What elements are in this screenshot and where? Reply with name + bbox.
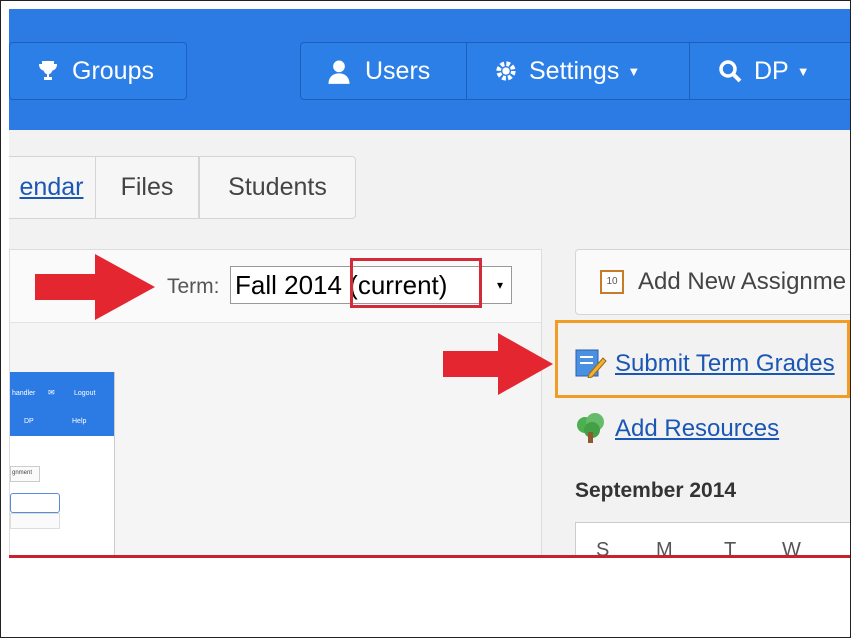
red-arrow-term [35, 254, 155, 320]
settings-button[interactable]: Settings ▼ [466, 42, 690, 100]
red-arrow-submit [443, 333, 553, 395]
tab-students-label: Students [228, 173, 327, 201]
trophy-icon [36, 59, 60, 83]
search-label: DP [754, 56, 789, 85]
calendar-title: September 2014 [575, 479, 737, 502]
tab-students[interactable]: Students [199, 156, 356, 219]
tab-calendar[interactable]: endar [9, 156, 95, 219]
current-highlight-box [350, 258, 482, 308]
search-icon [718, 59, 742, 83]
mini-user-label: handler [12, 390, 36, 397]
mini-logout-label: Logout [74, 390, 96, 397]
tree-icon [575, 412, 607, 449]
mini-mail-icon: ✉ [48, 388, 55, 397]
users-button[interactable]: Users [300, 42, 467, 100]
day-header: S [596, 539, 610, 556]
tab-files[interactable]: Files [95, 156, 199, 219]
mini-top-bar: handler ✉ Logout DP Help [10, 372, 114, 436]
edit-note-icon [575, 348, 607, 383]
mini-help-label: Help [72, 418, 87, 425]
tab-files-label: Files [120, 173, 174, 201]
calendar-grid: S M T W [575, 522, 850, 556]
app-window: Groups Users Settings ▼ DP ▼ endar Files… [9, 9, 850, 556]
groups-label: Groups [72, 56, 154, 85]
add-assignment-button[interactable]: 10 Add New Assignme [575, 249, 850, 315]
mini-highlight-box [10, 493, 60, 513]
day-header: M [656, 539, 673, 556]
groups-button[interactable]: Groups [9, 42, 187, 100]
search-button[interactable]: DP ▼ [689, 42, 850, 100]
mini-dp-label: DP [24, 418, 34, 425]
chevron-down-icon: ▼ [796, 63, 810, 79]
chevron-down-icon: ▼ [627, 63, 641, 79]
users-label: Users [365, 56, 431, 85]
mini-assignment-box: gnment [10, 466, 40, 482]
chevron-down-icon: ▾ [496, 278, 503, 292]
add-resources-link[interactable]: Add Resources [615, 415, 779, 443]
day-header: T [724, 539, 737, 556]
user-icon [325, 57, 353, 85]
mini-gray-box [10, 513, 60, 529]
day-header: W [782, 539, 801, 556]
bottom-divider [9, 555, 850, 558]
add-assignment-label: Add New Assignme [638, 268, 847, 295]
mini-screenshot: handler ✉ Logout DP Help gnment [10, 372, 115, 556]
calendar-icon: 10 [600, 270, 624, 294]
top-nav-bar: Groups Users Settings ▼ DP ▼ [9, 9, 850, 130]
term-label: Term: [167, 275, 220, 298]
settings-label: Settings [529, 56, 620, 85]
gear-icon [495, 60, 517, 82]
submit-term-grades-link[interactable]: Submit Term Grades [615, 350, 835, 378]
mini-assignment-label: gnment [12, 470, 33, 476]
tab-calendar-label: endar [19, 173, 84, 201]
